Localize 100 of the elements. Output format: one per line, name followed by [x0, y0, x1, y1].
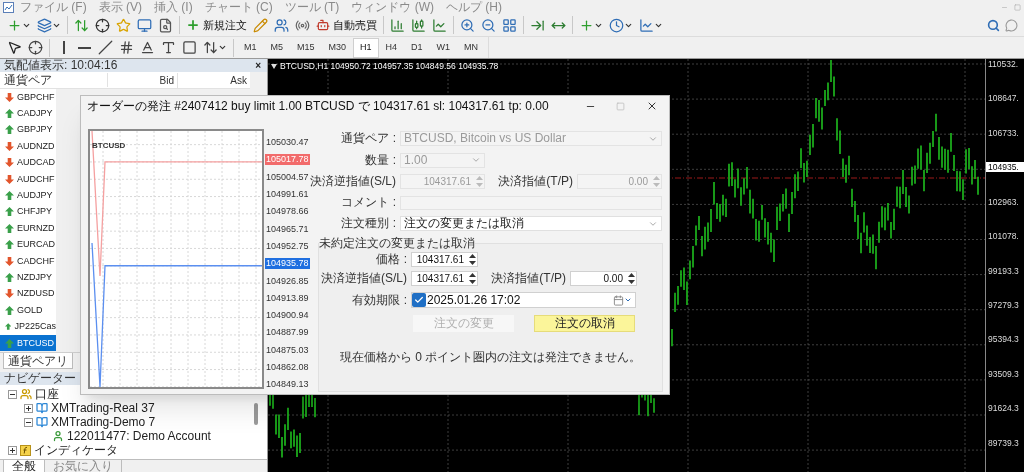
panel-title: 気配値表示: 10:04:16 — [4, 59, 118, 72]
price-field[interactable]: 104317.61 — [411, 252, 478, 267]
info-message: 現在価格から 0 ポイント圏内の注文は発注できません。 — [339, 350, 642, 364]
ask-price-label: 105017.78 — [265, 154, 310, 166]
timeframe-button[interactable]: MN — [457, 37, 486, 58]
caret-icon — [218, 43, 227, 52]
tree-item[interactable]: 122011477: Demo Account — [67, 429, 211, 443]
arrows-icon — [74, 17, 89, 33]
scrollbar-thumb[interactable] — [254, 403, 258, 426]
tree-item[interactable]: XMTrading-Real 37 — [51, 401, 155, 415]
expiry-field[interactable]: 2025.01.26 17:02 — [411, 292, 636, 308]
field-label: 決済指値(T/P) — [497, 175, 574, 188]
cancel-order-button[interactable]: 注文の取消 — [534, 315, 635, 332]
symbol-name: AUDJPY — [17, 190, 53, 202]
field-label: 通貨ペア : — [340, 132, 397, 145]
price-label: 97279.3 — [987, 299, 1019, 310]
list-tab[interactable]: 通貨ペアリ — [3, 353, 73, 370]
symbol-name: EURCAD — [17, 239, 55, 251]
horizontal-line-icon — [78, 46, 91, 49]
bar-chart-icon — [390, 17, 405, 33]
panel-tab[interactable]: 全般 — [3, 460, 45, 472]
price-label: 108647. — [987, 93, 1019, 104]
new-order-button[interactable]: 新規注文 — [183, 15, 250, 35]
field-label: 注文種別 : — [340, 217, 397, 230]
price-label: 104952.75 — [265, 240, 310, 252]
calendar-icon[interactable] — [613, 294, 624, 306]
symbol-row[interactable]: EURNZD — [0, 220, 56, 237]
crosshair-icon — [28, 40, 43, 55]
symbol-name: AUDCAD — [17, 157, 55, 169]
robot-icon — [316, 18, 330, 32]
symbol-row[interactable]: CADJPY — [0, 105, 56, 122]
expand-icon[interactable] — [24, 403, 33, 413]
timeframe-button[interactable]: M30 — [321, 37, 354, 58]
tree-item[interactable]: XMTrading-Demo 7 — [51, 415, 156, 429]
timeframe-button[interactable]: D1 — [404, 37, 430, 58]
price-label: 104875.03 — [265, 344, 310, 356]
symbol-name: GOLD — [17, 304, 43, 316]
timeframe-button[interactable]: M15 — [290, 37, 322, 58]
symbol-name: EURNZD — [17, 222, 55, 234]
column-header: Ask — [229, 73, 248, 88]
plus-icon — [186, 18, 200, 32]
spinner-arrows-icon[interactable] — [627, 272, 636, 285]
collapse-icon[interactable] — [24, 417, 33, 427]
symbol-name: CADCHF — [17, 255, 55, 267]
symbol-name: CHFJPY — [17, 206, 52, 218]
symbol-row[interactable]: AUDNZD — [0, 138, 56, 155]
timeframe-button[interactable]: M5 — [263, 37, 291, 58]
price-label: 104862.08 — [265, 362, 310, 373]
column-header: Bid — [108, 72, 178, 88]
price-label: 95394.3 — [987, 334, 1019, 345]
order-type-dropdown[interactable]: 注文の変更または取消 — [400, 216, 662, 231]
price-label: 99193.3 — [987, 265, 1019, 276]
spinner-arrows-icon[interactable] — [468, 272, 477, 285]
chart-header: BTCUSD,H1 104950.72 104957.35 104849.56 104935.78 — [280, 61, 499, 71]
take-profit-field[interactable]: 0.00 — [570, 271, 637, 286]
expand-icon[interactable] — [8, 445, 17, 455]
timeframe-button[interactable]: H1 — [353, 37, 379, 58]
timeframe-button[interactable]: H4 — [378, 37, 405, 58]
symbol-name: CADJPY — [17, 108, 53, 120]
crosshair-icon — [95, 17, 110, 33]
symbol-name: NZDJPY — [17, 272, 52, 283]
star-icon — [116, 17, 131, 33]
symbol-row[interactable]: NZDJPY — [0, 269, 56, 286]
users-icon — [274, 17, 289, 33]
dropdown-arrow-icon[interactable] — [271, 63, 277, 69]
arrows-icon — [203, 40, 218, 55]
expiry-checkbox[interactable] — [412, 293, 426, 307]
candlestick-icon — [411, 17, 426, 33]
timeframe-button[interactable]: M1 — [237, 37, 264, 58]
search-icon — [987, 18, 1000, 32]
price-label: 104849.13 — [265, 379, 310, 391]
chat-button[interactable] — [1003, 18, 1020, 32]
zoom-out-icon — [481, 17, 496, 33]
field-label: 有効期限 : — [351, 293, 408, 307]
pencil-icon — [253, 17, 268, 33]
cursor-icon — [7, 40, 22, 55]
user-icon — [52, 430, 64, 443]
timeframe-button[interactable]: W1 — [429, 37, 458, 58]
symbol-row[interactable]: GBPCHF — [0, 89, 56, 106]
close-button[interactable]: × — [253, 59, 263, 72]
field-label: 決済指値(T/P) — [490, 272, 567, 285]
price-label: 105004.57 — [265, 171, 310, 183]
spinner-arrows-icon[interactable] — [468, 253, 477, 266]
symbol-name: BTCUSD — [17, 337, 54, 349]
current-price-label: 104935. — [986, 162, 1024, 173]
tree-item[interactable]: 口座 — [35, 387, 59, 401]
chat-bubble-icon — [1005, 18, 1018, 32]
price-label: 104887.99 — [265, 327, 310, 339]
auto-trading-button[interactable]: 自動売買 — [313, 15, 380, 35]
symbol-row[interactable]: AUDJPY — [0, 187, 56, 204]
symbol-name: GBPCHF — [17, 91, 55, 103]
symbol-name: GBPJPY — [17, 124, 53, 136]
collapse-icon[interactable] — [8, 389, 17, 399]
symbol-row[interactable]: GOLD — [0, 302, 56, 319]
stop-loss-field[interactable]: 104317.61 — [411, 271, 478, 286]
caret-icon[interactable] — [624, 296, 632, 304]
price-label: 104965.71 — [265, 223, 310, 235]
users-icon — [20, 388, 32, 401]
tree-item[interactable]: インディケータ — [34, 443, 118, 457]
symbol-row[interactable]: JP225Cas — [0, 318, 56, 335]
